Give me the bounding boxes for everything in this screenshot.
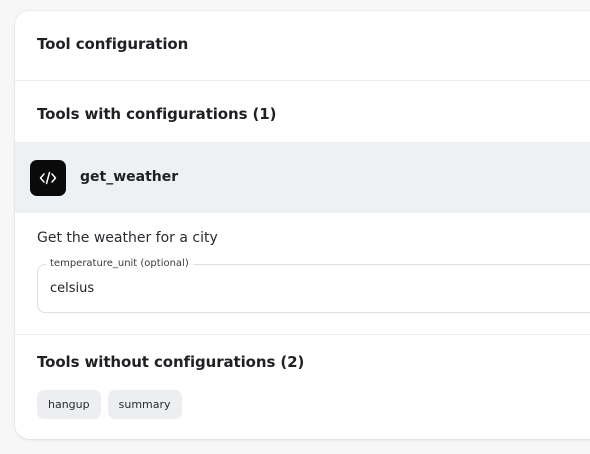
- code-icon: [30, 160, 66, 196]
- tool-name: get_weather: [80, 169, 179, 185]
- temperature-unit-input[interactable]: [50, 281, 450, 296]
- tool-chip-list: hangup summary: [37, 390, 182, 419]
- tool-chip-hangup[interactable]: hangup: [37, 390, 101, 419]
- tool-configuration-card: Tool configuration Tools with configurat…: [15, 11, 590, 439]
- temperature-unit-label: temperature_unit (optional): [46, 258, 193, 269]
- temperature-unit-field: temperature_unit (optional): [37, 258, 590, 313]
- card-title: Tool configuration: [37, 35, 189, 53]
- tool-chip-summary[interactable]: summary: [107, 390, 182, 419]
- card-header: Tool configuration: [15, 11, 590, 81]
- tools-without-configurations-title: Tools without configurations (2): [37, 353, 305, 371]
- tool-row-get-weather[interactable]: get_weather: [15, 142, 590, 213]
- section-divider: [15, 334, 590, 335]
- tools-with-configurations-title: Tools with configurations (1): [37, 105, 277, 123]
- tool-description: Get the weather for a city: [37, 230, 218, 246]
